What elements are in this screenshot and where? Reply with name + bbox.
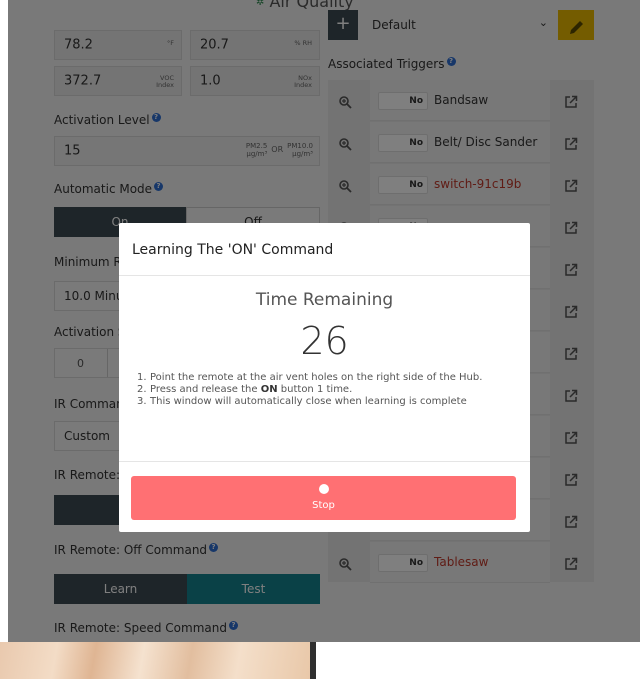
stop-button[interactable]: Stop (131, 476, 516, 520)
modal-title: Learning The 'ON' Command (132, 242, 334, 258)
decorative-photo (0, 642, 316, 679)
learning-modal: Learning The 'ON' Command Time Remaining… (119, 223, 530, 532)
instruction-step: 2. Press and release the ON button 1 tim… (137, 384, 353, 395)
instruction-step: 3. This window will automatically close w… (137, 396, 467, 407)
record-dot-icon (318, 484, 329, 494)
photo-edge (310, 642, 316, 679)
time-remaining-label: Time Remaining (255, 290, 394, 310)
modal-divider (119, 461, 530, 462)
time-remaining-value: 26 (300, 319, 349, 363)
instruction-step: 1. Point the remote at the air vent holes… (137, 372, 483, 383)
modal-divider (119, 275, 530, 276)
stop-button-label: Stop (312, 500, 335, 511)
instructions-list: 1. Point the remote at the air vent holes… (137, 372, 522, 408)
